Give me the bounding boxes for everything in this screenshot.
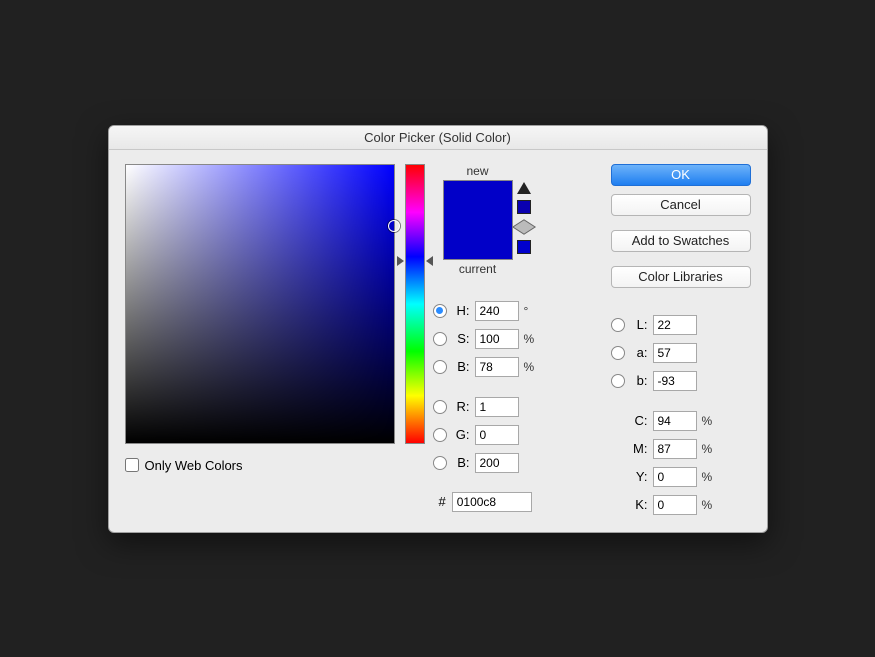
b-rgb-label: B: [452,455,470,470]
dialog-content: Only Web Colors new current [109,150,767,532]
swatch-side: new current [439,164,539,276]
only-web-colors-input[interactable] [125,458,139,472]
add-to-swatches-button[interactable]: Add to Swatches [611,230,751,252]
l-input[interactable] [653,315,697,335]
right-column: OK Cancel Add to Swatches Color Librarie… [553,164,751,516]
swatch-current [444,220,512,259]
h-row: H: ° [433,300,539,322]
cancel-button[interactable]: Cancel [611,194,751,216]
a-row: a: [611,342,751,364]
b-lab-row: b: [611,370,751,392]
h-label: H: [452,303,470,318]
k-unit: % [702,498,716,512]
hsb-rgb-fields: H: ° S: % B: % [433,300,539,512]
k-input[interactable] [653,495,697,515]
g-row: G: [433,424,539,446]
websafe-cube-icon[interactable] [511,219,535,235]
ok-button[interactable]: OK [611,164,751,186]
s-unit: % [524,332,538,346]
r-radio[interactable] [433,400,447,414]
h-radio[interactable] [433,304,447,318]
hex-hash-label: # [439,494,446,509]
c-input[interactable] [653,411,697,431]
c-unit: % [702,414,716,428]
y-row: Y: % [611,466,751,488]
lab-cmyk-fields: L: a: b: [611,314,751,516]
swatch-column: new current [443,164,513,276]
m-unit: % [702,442,716,456]
b-lab-label: b: [630,373,648,388]
y-input[interactable] [653,467,697,487]
color-swatch[interactable] [443,180,513,260]
titlebar: Color Picker (Solid Color) [109,126,767,150]
dialog-title: Color Picker (Solid Color) [364,130,511,145]
hex-row: # [439,492,539,512]
b-hsb-unit: % [524,360,538,374]
websafe-swatch-icon[interactable] [517,240,531,254]
action-buttons: OK Cancel Add to Swatches [611,164,751,260]
only-web-colors-checkbox[interactable]: Only Web Colors [125,458,425,473]
b-rgb-input[interactable] [475,453,519,473]
r-label: R: [452,399,470,414]
saturation-brightness-field[interactable] [125,164,395,444]
gamut-warning-icon[interactable] [517,182,531,194]
color-libraries-button[interactable]: Color Libraries [611,266,751,288]
r-row: R: [433,396,539,418]
middle-column: new current H: [439,164,539,516]
l-label: L: [630,317,648,332]
s-row: S: % [433,328,539,350]
h-input[interactable] [475,301,519,321]
new-color-label: new [466,164,488,178]
m-row: M: % [611,438,751,460]
y-unit: % [702,470,716,484]
a-radio[interactable] [611,346,625,360]
s-input[interactable] [475,329,519,349]
c-label: C: [630,413,648,428]
r-input[interactable] [475,397,519,417]
gamut-swatch-icon[interactable] [517,200,531,214]
hue-handle-right-icon[interactable] [426,256,433,266]
b-hsb-radio[interactable] [433,360,447,374]
m-input[interactable] [653,439,697,459]
hue-slider[interactable] [405,164,425,444]
s-radio[interactable] [433,332,447,346]
k-row: K: % [611,494,751,516]
l-row: L: [611,314,751,336]
a-input[interactable] [653,343,697,363]
current-color-label: current [459,262,496,276]
a-label: a: [630,345,648,360]
g-label: G: [452,427,470,442]
b-hsb-input[interactable] [475,357,519,377]
g-input[interactable] [475,425,519,445]
hue-handle-left-icon[interactable] [397,256,404,266]
c-row: C: % [611,410,751,432]
b-rgb-radio[interactable] [433,456,447,470]
b-lab-radio[interactable] [611,374,625,388]
y-label: Y: [630,469,648,484]
b-hsb-label: B: [452,359,470,374]
s-label: S: [452,331,470,346]
h-unit: ° [524,304,538,318]
libraries-button-group: Color Libraries [611,266,751,296]
only-web-colors-label: Only Web Colors [145,458,243,473]
sb-cursor[interactable] [388,220,400,232]
swatch-new [444,181,512,220]
picker-row [125,164,425,444]
b-lab-input[interactable] [653,371,697,391]
m-label: M: [630,441,648,456]
l-radio[interactable] [611,318,625,332]
color-picker-dialog: Color Picker (Solid Color) Only [108,125,768,533]
swatch-warning-icons [517,164,531,276]
b-rgb-row: B: [433,452,539,474]
b-hsb-row: B: % [433,356,539,378]
g-radio[interactable] [433,428,447,442]
hex-input[interactable] [452,492,532,512]
k-label: K: [630,497,648,512]
left-column: Only Web Colors [125,164,425,516]
